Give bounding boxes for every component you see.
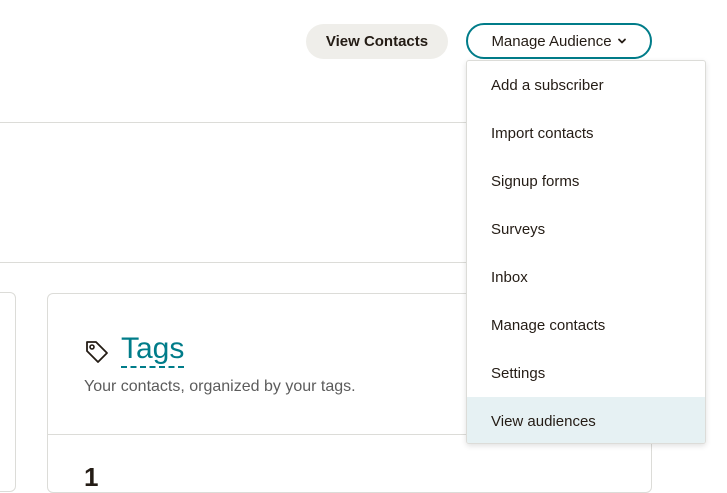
tags-description: Your contacts, organized by your tags. [84,378,356,395]
menu-item-signup-forms[interactable]: Signup forms [467,157,705,205]
view-contacts-button[interactable]: View Contacts [306,24,448,59]
manage-audience-label: Manage Audience [491,32,612,50]
divider [0,262,466,263]
menu-item-import-contacts[interactable]: Import contacts [467,109,705,157]
audience-card-partial [0,292,16,492]
chevron-down-icon [617,36,627,46]
menu-item-add-subscriber[interactable]: Add a subscriber [467,61,705,109]
menu-item-manage-contacts[interactable]: Manage contacts [467,301,705,349]
tag-icon [84,339,110,365]
menu-item-view-audiences[interactable]: View audiences [467,397,705,443]
menu-item-inbox[interactable]: Inbox [467,253,705,301]
divider [0,122,466,123]
menu-item-settings[interactable]: Settings [467,349,705,397]
menu-item-surveys[interactable]: Surveys [467,205,705,253]
manage-audience-button[interactable]: Manage Audience [466,23,652,59]
tags-count-partial: 1 [84,462,99,492]
tags-title-link[interactable]: Tags [121,332,185,368]
manage-audience-dropdown: Add a subscriber Import contacts Signup … [466,60,706,444]
